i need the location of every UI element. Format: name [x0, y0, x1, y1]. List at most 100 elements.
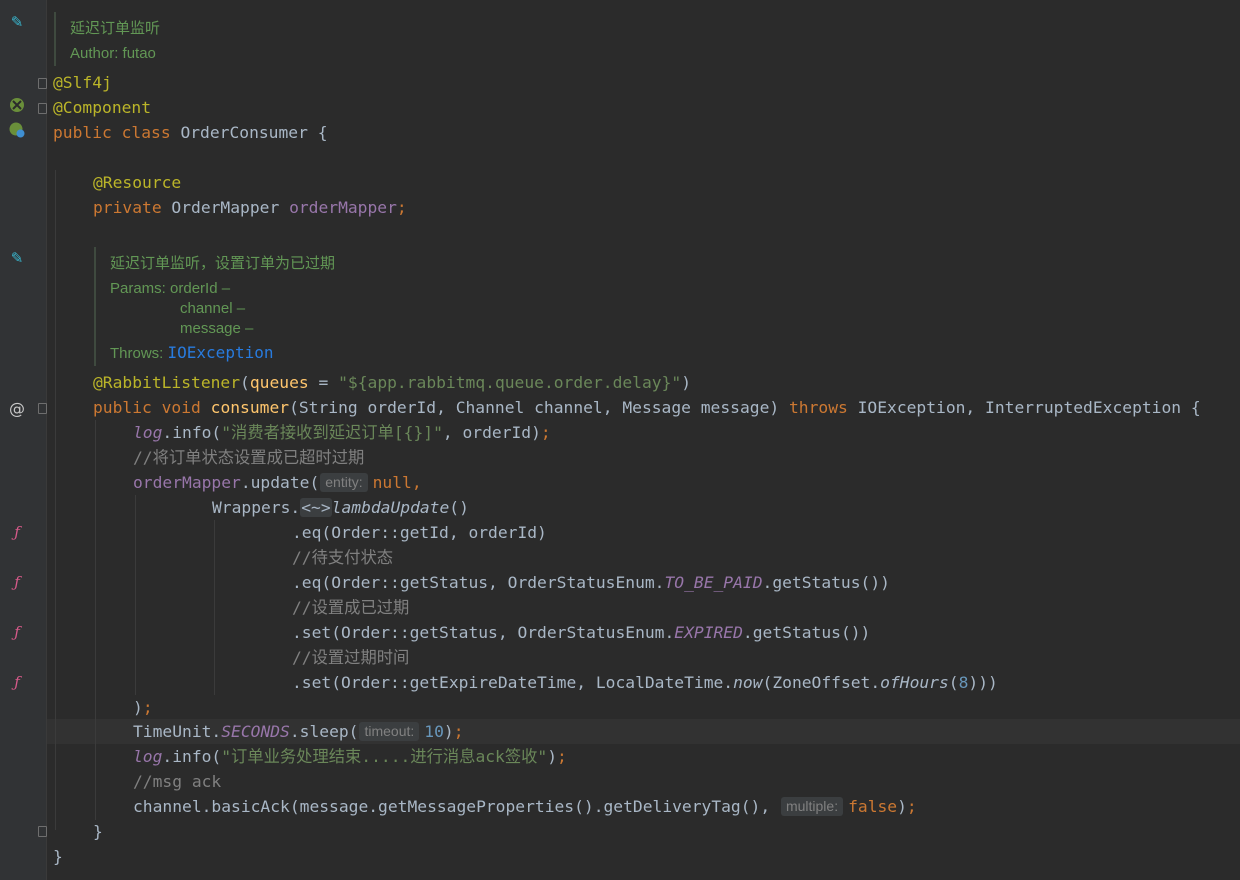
- code-token: channel.basicAck(message.getMessagePrope…: [133, 797, 771, 816]
- code-token: .update(: [240, 473, 320, 492]
- annotation-slf4j: @Slf4j: [53, 70, 112, 95]
- code-token: ;: [453, 722, 464, 741]
- lambda-icon[interactable]: ƒ: [2, 520, 32, 545]
- code-token: ): [897, 797, 907, 816]
- code-token: "消费者接收到延迟订单[{}]": [221, 423, 443, 442]
- code-token: queues: [249, 373, 309, 392]
- fold-marker-icon[interactable]: [38, 403, 47, 414]
- code-line: );: [133, 695, 153, 720]
- pencil-icon[interactable]: ✎: [2, 10, 32, 35]
- code-token: ): [681, 373, 691, 392]
- code-token: ofHours: [880, 673, 949, 692]
- code-token: @Component: [53, 98, 152, 117]
- param-hint: multiple:: [780, 797, 844, 816]
- code-token: .info(: [162, 423, 222, 442]
- doc-comment-title: 延迟订单监听: [70, 20, 161, 37]
- code-token: .set(Order::getStatus, OrderStatusEnum.: [292, 623, 675, 642]
- lambda-icon[interactable]: ƒ: [2, 620, 32, 645]
- code-token: orderMapper: [289, 198, 397, 217]
- code-line: .set(Order::getExpireDateTime, LocalDate…: [292, 670, 998, 695]
- code-token: <~>: [300, 498, 332, 517]
- code-token: ;: [906, 797, 917, 816]
- doc-throws: Throws: IOException: [110, 340, 273, 365]
- code-token: (: [240, 373, 250, 392]
- param-hint: timeout:: [359, 722, 420, 741]
- code-token: (ZoneOffset.: [762, 673, 881, 692]
- code-token: log: [133, 423, 163, 442]
- code-token: .getStatus()): [762, 573, 890, 592]
- code-token: orderMapper: [133, 473, 241, 492]
- indent-guide: [55, 170, 56, 830]
- method-close-brace: }: [93, 822, 103, 841]
- code-token: @Resource: [93, 173, 182, 192]
- code-token: (: [948, 673, 959, 692]
- code-token: (): [449, 498, 469, 517]
- code-token: ): [133, 698, 143, 717]
- code-token: throws: [788, 398, 858, 417]
- code-token: 8: [958, 673, 969, 692]
- code-token: @Slf4j: [53, 73, 112, 92]
- code-token: 10: [424, 722, 444, 741]
- fold-marker-icon[interactable]: [38, 103, 47, 114]
- code-line: orderMapper.update(entity: null,: [133, 470, 422, 495]
- doc-comment-bar: [54, 12, 56, 66]
- fold-marker-icon[interactable]: [38, 826, 47, 837]
- code-line: log.info("订单业务处理结束.....进行消息ack签收");: [133, 744, 567, 769]
- code-line-current: TimeUnit.SECONDS.sleep(timeout: 10);: [133, 719, 464, 744]
- code-token: ;: [540, 423, 551, 442]
- at-sign-icon[interactable]: @: [2, 396, 32, 421]
- code-line: .eq(Order::getStatus, OrderStatusEnum.TO…: [292, 570, 890, 595]
- code-token: .getStatus()): [742, 623, 871, 642]
- code-token: now: [733, 673, 763, 692]
- spring-class-icon[interactable]: [2, 121, 32, 147]
- indent-guide: [95, 420, 96, 820]
- lambda-icon[interactable]: ƒ: [2, 670, 32, 695]
- lambda-icon[interactable]: ƒ: [2, 570, 32, 595]
- code-token: null: [372, 473, 412, 492]
- field-declaration: private OrderMapper orderMapper;: [93, 195, 407, 220]
- class-declaration: public class OrderConsumer {: [53, 120, 328, 145]
- pencil-icon[interactable]: ✎: [2, 246, 32, 271]
- code-token: "订单业务处理结束.....进行消息ack签收": [221, 747, 548, 766]
- code-token: TimeUnit.: [133, 722, 222, 741]
- code-token: false: [848, 797, 898, 816]
- code-token: Throws:: [110, 345, 168, 362]
- code-token: .set(Order::getExpireDateTime, LocalDate…: [292, 673, 734, 692]
- code-token: private: [93, 198, 172, 217]
- code-comment: //待支付状态: [292, 548, 394, 567]
- doc-comment-bar: [94, 247, 96, 366]
- fold-marker-icon[interactable]: [38, 78, 47, 89]
- code-token: ): [547, 747, 558, 766]
- code-token: EXPIRED: [674, 623, 743, 642]
- code-token: ,: [411, 473, 422, 492]
- class-close-brace: }: [53, 847, 63, 866]
- code-token: public: [53, 123, 122, 142]
- code-token: ): [443, 722, 454, 741]
- code-comment: //将订单状态设置成已超时过期: [133, 448, 365, 467]
- code-line: channel.basicAck(message.getMessagePrope…: [133, 794, 917, 819]
- ioexception-link[interactable]: IOException: [168, 343, 274, 362]
- doc-comment-desc: 延迟订单监听，设置订单为已过期: [110, 255, 336, 272]
- param-hint: entity:: [320, 473, 368, 492]
- code-token: .info(: [162, 747, 222, 766]
- code-token: OrderMapper: [171, 198, 290, 217]
- code-token: IOException, InterruptedException {: [857, 398, 1201, 417]
- method-declaration: public void consumer(String orderId, Cha…: [93, 395, 1201, 420]
- indent-guide: [135, 495, 136, 695]
- code-token: Wrappers.: [212, 498, 301, 517]
- code-token: log: [133, 747, 163, 766]
- code-token: ;: [142, 698, 153, 717]
- code-editor[interactable]: ✎ ✎ @ ƒ ƒ ƒ ƒ 延迟订单监听 Author: futao @Slf4…: [0, 0, 1240, 880]
- code-token: ;: [557, 747, 567, 766]
- code-token: , orderId): [442, 423, 541, 442]
- code-token: ;: [396, 198, 407, 217]
- indent-guide: [214, 520, 215, 695]
- code-token: OrderConsumer: [180, 123, 308, 142]
- doc-param-message: message –: [180, 320, 254, 337]
- code-token: .sleep(: [289, 722, 359, 741]
- spring-bean-icon[interactable]: [2, 96, 32, 122]
- code-token: orderId –: [170, 280, 231, 297]
- doc-comment-author: Author: futao: [70, 45, 156, 62]
- code-token: class: [121, 123, 181, 142]
- code-comment: //msg ack: [133, 772, 222, 791]
